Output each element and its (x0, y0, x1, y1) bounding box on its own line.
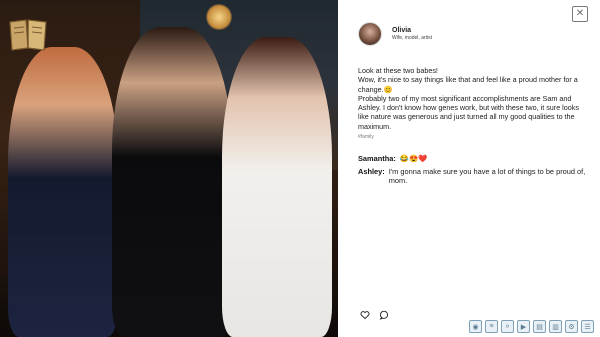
comment: Ashley: I'm gonna make sure you have a l… (358, 167, 594, 186)
post-header: Olivia Wife, model, artist (358, 22, 432, 46)
comment-icon (379, 310, 389, 320)
quick-menu: ◉ ≡ » ▶ ▤ ▥ ⚙ ☰ (469, 320, 594, 333)
eye-icon: ◉ (472, 323, 479, 331)
auto-icon: ▶ (520, 323, 527, 331)
save-button[interactable]: ▤ (533, 320, 546, 333)
author-name: Olivia (392, 27, 412, 34)
author-info: Olivia Wife, model, artist (392, 27, 432, 41)
save-icon: ▤ (536, 323, 543, 331)
person-ashley (8, 47, 118, 337)
post-line: Probably two of my most significant acco… (358, 93, 579, 131)
comment-author: Ashley: (358, 166, 385, 176)
settings-icon: ⚙ (568, 323, 575, 331)
book-icon[interactable] (6, 14, 50, 54)
avatar[interactable] (358, 22, 382, 46)
comment-button[interactable] (379, 310, 389, 320)
comment-text: 😂😍❤️ (399, 154, 428, 163)
post-line: Look at these two babes! (358, 66, 438, 75)
settings-button[interactable]: ⚙ (565, 320, 578, 333)
author-subtitle: Wife, model, artist (392, 35, 433, 41)
close-icon: ✕ (575, 8, 585, 19)
eye-button[interactable]: ◉ (469, 320, 482, 333)
skip-icon: » (505, 323, 510, 330)
post-line: Wow, it's nice to say things like that a… (358, 75, 578, 94)
comment-author: Samantha: (358, 154, 396, 163)
auto-button[interactable]: ▶ (517, 320, 530, 333)
hashtag[interactable]: #family (358, 133, 590, 142)
post-panel: ✕ Olivia Wife, model, artist Look at the… (338, 0, 600, 337)
post-photo (0, 0, 338, 337)
close-button[interactable]: ✕ (572, 6, 588, 22)
game-screen: ✕ Olivia Wife, model, artist Look at the… (0, 0, 600, 337)
comments-list: Samantha: 😂😍❤️ Ashley: I'm gonna make su… (358, 154, 594, 189)
lamp (206, 4, 232, 30)
comment-text: I'm gonna make sure you have a lot of th… (388, 166, 586, 186)
load-icon: ▥ (552, 323, 559, 331)
comment: Samantha: 😂😍❤️ (358, 154, 594, 164)
menu-icon: ☰ (584, 323, 591, 331)
heart-icon (360, 311, 370, 320)
post-body: Look at these two babes! Wow, it's nice … (358, 66, 590, 142)
history-icon: ≡ (489, 323, 494, 330)
post-actions (360, 310, 389, 320)
person-samantha (222, 37, 332, 337)
load-button[interactable]: ▥ (549, 320, 562, 333)
like-button[interactable] (360, 310, 370, 320)
history-button[interactable]: ≡ (485, 320, 498, 333)
skip-button[interactable]: » (501, 320, 514, 333)
person-olivia (112, 27, 232, 337)
menu-button[interactable]: ☰ (581, 320, 594, 333)
